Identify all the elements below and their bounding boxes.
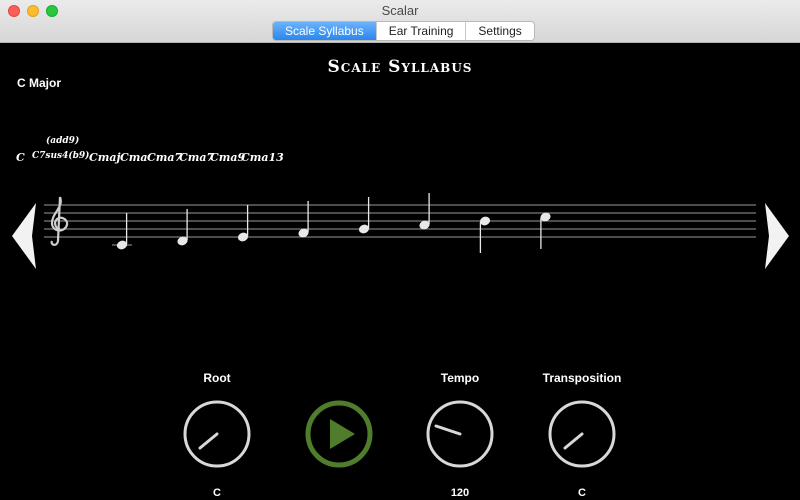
chord-label: C xyxy=(16,151,25,164)
triangle-right-icon xyxy=(765,203,789,269)
tab-ear-training[interactable]: Ear Training xyxy=(375,22,466,40)
tempo-label: Tempo xyxy=(440,371,480,385)
transposition-value: C xyxy=(578,487,586,499)
transposition-label: Transposition xyxy=(542,371,622,385)
tab-scale-syllabus[interactable]: Scale Syllabus xyxy=(273,22,376,40)
window-title: Scalar xyxy=(381,3,419,18)
chord-label: C7sus4(b9) xyxy=(32,151,90,161)
scale-syllabus-panel: Scale Syllabus C Major C (add9) C7sus4(b… xyxy=(0,43,800,500)
play-icon xyxy=(330,419,355,449)
triangle-left-icon xyxy=(12,203,36,269)
tab-settings[interactable]: Settings xyxy=(465,22,533,40)
next-scale-button[interactable] xyxy=(762,201,792,271)
root-label: Root xyxy=(203,371,231,385)
staff-notes xyxy=(112,193,551,253)
chord-extension-label: (add9) xyxy=(46,136,80,146)
tab-bar: Scale Syllabus Ear Training Settings xyxy=(272,21,535,41)
knob-indicator xyxy=(563,432,584,450)
scale-name: C Major xyxy=(17,76,62,90)
chord-label: Cma7 xyxy=(147,151,183,164)
page-title: Scale Syllabus xyxy=(327,57,473,77)
chord-label: Cma9 xyxy=(210,151,246,164)
chord-label: Cmaj xyxy=(89,151,121,164)
root-value: C xyxy=(213,487,221,499)
tempo-knob[interactable] xyxy=(425,399,495,469)
play-button[interactable] xyxy=(304,399,374,469)
transposition-knob[interactable] xyxy=(547,399,617,469)
music-staff xyxy=(44,193,756,253)
chord-label: Cma13 xyxy=(241,151,284,164)
app-window: Scalar Scale Syllabus Ear Training Setti… xyxy=(0,0,800,500)
knob-indicator xyxy=(198,432,219,450)
knob-indicator xyxy=(434,424,462,436)
chord-label: Cma xyxy=(120,151,148,164)
titlebar: Scalar Scale Syllabus Ear Training Setti… xyxy=(0,0,800,43)
previous-scale-button[interactable] xyxy=(9,201,39,271)
tempo-value: 120 xyxy=(450,487,470,499)
chord-label: Cma7 xyxy=(179,151,215,164)
root-knob[interactable] xyxy=(182,399,252,469)
